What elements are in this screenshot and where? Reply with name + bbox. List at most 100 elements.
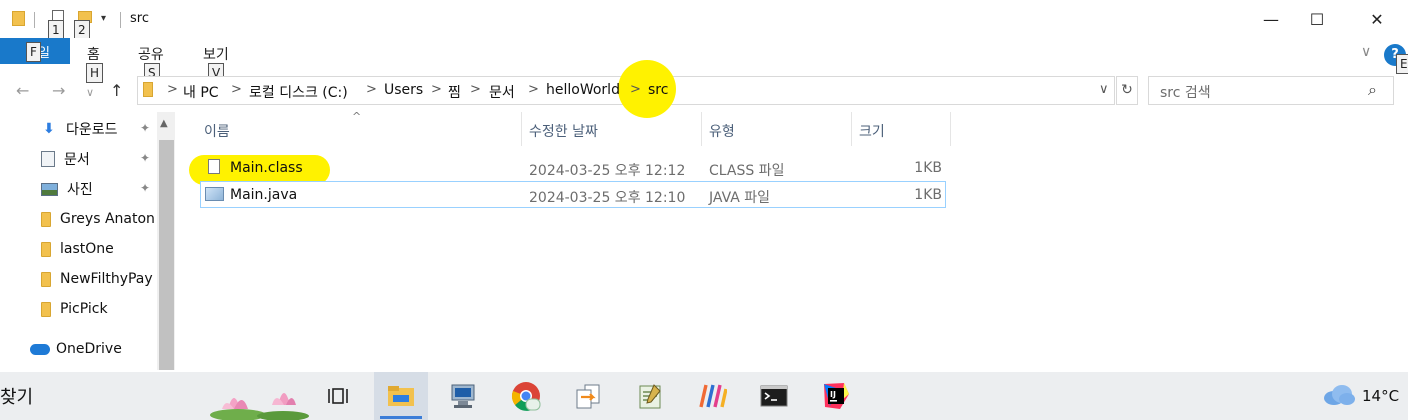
sort-ascending-icon: ^ [352, 110, 362, 123]
breadcrumb-separator[interactable]: > [167, 82, 178, 97]
sidebar-scroll-thumb[interactable] [159, 140, 174, 370]
keytip-home: H [86, 63, 104, 83]
breadcrumb-documents[interactable]: 문서 [489, 82, 515, 102]
sidebar-item-lastone[interactable]: lastOne [41, 238, 114, 260]
divider [120, 12, 121, 28]
column-divider[interactable] [701, 112, 702, 146]
file-name[interactable]: Main.class [230, 160, 303, 176]
search-highlight-art [208, 375, 312, 420]
search-placeholder: src 검색 [1160, 85, 1211, 101]
column-divider[interactable] [521, 112, 522, 146]
scroll-up-icon[interactable]: ▲ [160, 118, 168, 129]
sidebar-item-greys-anatomy[interactable]: Greys Anaton [41, 208, 155, 230]
divider [34, 12, 35, 28]
breadcrumb-src[interactable]: src [648, 82, 668, 98]
breadcrumb-this-pc[interactable]: 내 PC [183, 82, 219, 102]
breadcrumb-local-disk[interactable]: 로컬 디스크 (C:) [249, 82, 348, 102]
download-icon: ⬇ [43, 121, 55, 137]
cloud-weather-icon[interactable] [1322, 384, 1356, 410]
breadcrumb-separator[interactable]: > [231, 82, 242, 97]
forward-button[interactable]: → [52, 81, 65, 100]
stripes-app-icon[interactable] [692, 378, 732, 414]
refresh-button[interactable]: ↻ [1116, 76, 1138, 105]
sidebar-item-downloads[interactable]: ⬇ 다운로드 [41, 118, 118, 140]
intellij-icon[interactable]: IJ [816, 378, 856, 414]
terminal-icon[interactable] [754, 378, 794, 414]
keytip-1: 1 [48, 20, 64, 40]
breadcrumb-separator[interactable]: > [630, 82, 641, 97]
sidebar-item-picpick[interactable]: PicPick [41, 298, 108, 320]
onedrive-icon [30, 343, 50, 355]
column-header-name[interactable]: 이름 [204, 121, 230, 141]
file-size: 1KB [914, 187, 942, 203]
keytip-help: E [1396, 54, 1408, 74]
pin-icon[interactable]: ✦ [140, 151, 150, 165]
task-view-icon[interactable] [318, 378, 358, 414]
column-header-type[interactable]: 유형 [709, 121, 735, 141]
taskbar-search-label[interactable]: 찾기 [0, 383, 33, 409]
breadcrumb-separator[interactable]: > [528, 82, 539, 97]
breadcrumb-separator[interactable]: > [470, 82, 481, 97]
weather-temperature[interactable]: 14°C [1362, 387, 1399, 405]
maximize-button[interactable]: ☐ [1294, 0, 1340, 38]
file-type: JAVA 파일 [709, 190, 771, 206]
pin-icon[interactable]: ✦ [140, 181, 150, 195]
sidebar-item-label: 사진 [67, 182, 93, 198]
file-name[interactable]: Main.java [230, 187, 297, 203]
sidebar-item-label: 다운로드 [66, 122, 118, 138]
sidebar-item-label: lastOne [60, 241, 114, 257]
column-header-size[interactable]: 크기 [859, 121, 885, 141]
breadcrumb-separator[interactable]: > [431, 82, 442, 97]
sidebar-item-label: Greys Anaton [60, 211, 155, 227]
address-dropdown-icon[interactable]: ∨ [1099, 82, 1109, 97]
java-file-icon [205, 187, 224, 201]
tab-home[interactable]: 홈 [87, 44, 100, 64]
sidebar-item-pictures[interactable]: 사진 [41, 178, 93, 200]
close-button[interactable]: ✕ [1354, 0, 1400, 38]
minimize-button[interactable]: — [1248, 0, 1294, 38]
breadcrumb-helloworld[interactable]: helloWorld [546, 82, 620, 98]
file-explorer-window: ▾ 1 2 src — ☐ ✕ 파일 F 홈 H 공유 S 보기 V ∨ ? E… [0, 0, 1408, 420]
pictures-icon [41, 182, 58, 196]
file-explorer-icon[interactable] [381, 378, 421, 414]
expand-ribbon-icon[interactable]: ∨ [1361, 44, 1371, 60]
customize-quick-access-icon[interactable]: ▾ [101, 13, 106, 24]
file-size: 1KB [914, 160, 942, 176]
breadcrumb-users[interactable]: Users [384, 82, 423, 98]
network-computer-icon[interactable] [443, 378, 483, 414]
transfer-icon[interactable] [568, 378, 608, 414]
column-header-modified[interactable]: 수정한 날짜 [529, 121, 598, 141]
sidebar-item-label: NewFilthyPay [60, 271, 153, 287]
column-divider[interactable] [851, 112, 852, 146]
sidebar-item-label: OneDrive [56, 341, 122, 357]
folder-icon [41, 211, 51, 227]
breadcrumb-user[interactable]: 찜 [448, 82, 461, 102]
notepad-icon[interactable] [630, 378, 670, 414]
recent-locations-icon[interactable]: ∨ [86, 86, 94, 99]
keytip-2: 2 [74, 20, 90, 40]
sidebar-item-label: PicPick [60, 301, 108, 317]
keytip-file: F [26, 42, 41, 62]
title-bar [0, 0, 1408, 38]
folder-icon [41, 271, 51, 287]
svg-text:IJ: IJ [830, 390, 836, 399]
pin-icon[interactable]: ✦ [140, 121, 150, 135]
back-button[interactable]: ← [16, 81, 29, 100]
folder-icon [12, 11, 25, 26]
sidebar-item-onedrive[interactable]: OneDrive [30, 338, 122, 360]
chrome-icon[interactable] [506, 378, 546, 414]
search-icon[interactable]: ⌕ [1368, 80, 1377, 100]
window-title: src [130, 11, 149, 26]
class-file-icon [208, 159, 220, 174]
column-divider[interactable] [950, 112, 951, 146]
file-modified: 2024-03-25 오후 12:12 [529, 163, 686, 179]
active-indicator [380, 416, 422, 419]
folder-icon [41, 301, 51, 317]
sidebar-item-documents[interactable]: 문서 [41, 148, 90, 170]
tab-share[interactable]: 공유 [138, 44, 164, 64]
tab-view[interactable]: 보기 [203, 44, 229, 64]
sidebar-item-label: 문서 [64, 152, 90, 168]
breadcrumb-separator[interactable]: > [366, 82, 377, 97]
up-button[interactable]: ↑ [110, 81, 123, 100]
sidebar-item-newfilthypay[interactable]: NewFilthyPay [41, 268, 153, 290]
